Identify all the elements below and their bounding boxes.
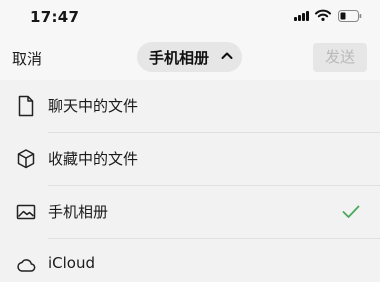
source-item-label: iCloud: [48, 254, 96, 272]
cloud-icon: [17, 259, 36, 272]
source-item-phone-album[interactable]: 手机相册: [0, 186, 380, 239]
source-item-icloud[interactable]: iCloud: [0, 239, 380, 282]
album-dropdown-label: 手机相册: [149, 49, 210, 67]
source-item-label: 收藏中的文件: [48, 150, 139, 168]
checkmark-icon: [342, 205, 360, 218]
battery-icon: [338, 10, 362, 22]
cube-icon: [17, 149, 35, 169]
wifi-icon: [315, 9, 331, 21]
chevron-up-icon: [221, 52, 233, 59]
picker-header: 取消 手机相册 发送: [0, 36, 380, 80]
source-item-label: 手机相册: [48, 203, 109, 221]
status-bar: 17:47: [0, 0, 380, 36]
status-time: 17:47: [30, 8, 80, 26]
file-icon: [18, 95, 34, 117]
source-list: 聊天中的文件 收藏中的文件 手机相册 iCloud: [0, 80, 380, 282]
image-icon: [16, 204, 36, 220]
send-button[interactable]: 发送: [313, 43, 367, 72]
cancel-button[interactable]: 取消: [12, 48, 42, 69]
signal-icon: [294, 11, 310, 21]
source-item-label: 聊天中的文件: [48, 97, 139, 115]
album-dropdown[interactable]: 手机相册: [137, 42, 242, 72]
source-item-favorite-files[interactable]: 收藏中的文件: [0, 133, 380, 186]
source-item-chat-files[interactable]: 聊天中的文件: [0, 80, 380, 133]
